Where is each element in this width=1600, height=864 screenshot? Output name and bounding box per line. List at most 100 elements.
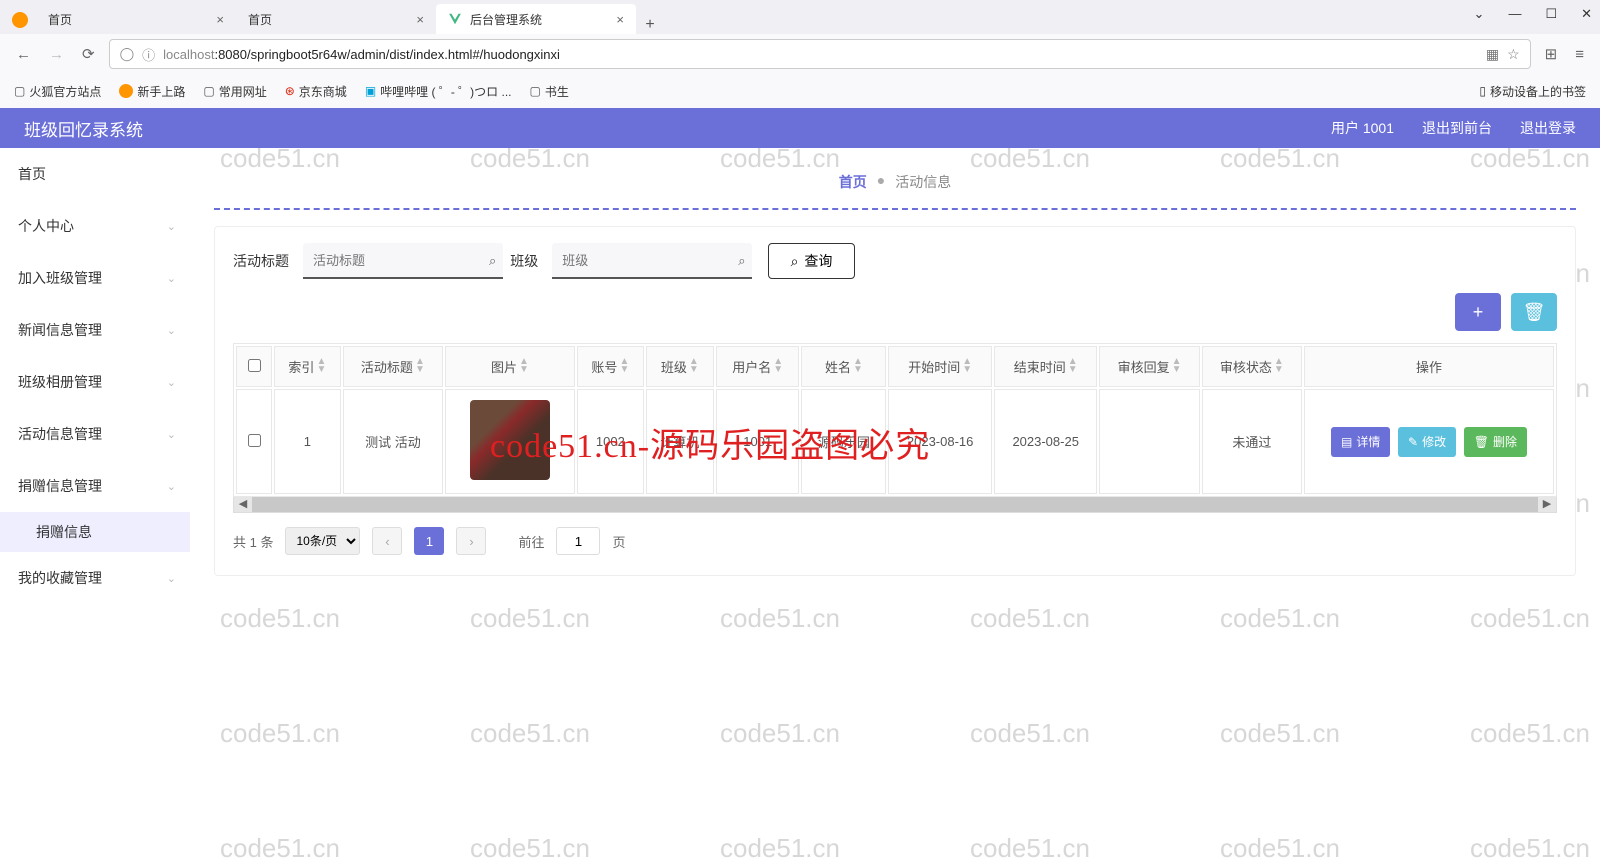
- search-icon[interactable]: ⌕: [489, 253, 496, 269]
- cell-status: 未通过: [1202, 389, 1302, 494]
- bookmark-item[interactable]: ▣哔哩哔哩 ( ゜- ゜)つロ ...: [365, 83, 512, 100]
- sidebar-item-news[interactable]: 新闻信息管理⌄: [0, 304, 190, 356]
- sidebar-item-activity[interactable]: 活动信息管理⌄: [0, 408, 190, 460]
- sort-icon[interactable]: ▲▼: [316, 358, 326, 374]
- extension-icon[interactable]: ⊞: [1541, 41, 1562, 67]
- sort-icon[interactable]: ▲▼: [415, 358, 425, 374]
- trash-icon: 🗑: [1474, 435, 1489, 449]
- view-button[interactable]: ▤详情: [1331, 427, 1390, 457]
- pencil-icon: ✎: [1408, 435, 1418, 449]
- delete-button[interactable]: 🗑删除: [1464, 427, 1527, 457]
- sidebar-item-class[interactable]: 加入班级管理⌄: [0, 252, 190, 304]
- col-class: 班级▲▼: [646, 346, 714, 387]
- row-checkbox[interactable]: [248, 434, 261, 447]
- bookmark-mobile[interactable]: ▯移动设备上的书签: [1479, 83, 1586, 100]
- scroll-left-icon[interactable]: ◀: [234, 497, 252, 512]
- col-user: 用户名▲▼: [716, 346, 800, 387]
- crumb-home[interactable]: 首页: [839, 172, 867, 192]
- query-button[interactable]: ⌕查询: [768, 243, 856, 279]
- close-icon[interactable]: ×: [616, 12, 624, 27]
- thumbnail-image[interactable]: [470, 400, 550, 480]
- cell-end: 2023-08-25: [994, 389, 1098, 494]
- col-start: 开始时间▲▼: [888, 346, 992, 387]
- cell-user: 1001: [716, 389, 800, 494]
- sidebar-item-donation[interactable]: 捐赠信息管理⌄: [0, 460, 190, 512]
- new-tab-button[interactable]: +: [636, 16, 664, 34]
- folder-icon: ▢: [529, 84, 540, 98]
- app-title: 班级回忆录系统: [24, 116, 143, 141]
- col-image: 图片▲▼: [445, 346, 575, 387]
- col-title: 活动标题▲▼: [343, 346, 443, 387]
- sort-icon[interactable]: ▲▼: [689, 358, 699, 374]
- bookmark-item[interactable]: 新手上路: [119, 83, 185, 100]
- sort-icon[interactable]: ▲▼: [773, 358, 783, 374]
- prev-page-button[interactable]: ‹: [372, 527, 402, 555]
- maximize-icon[interactable]: ☐: [1545, 6, 1557, 22]
- chevron-down-icon[interactable]: ⌄: [1474, 6, 1485, 22]
- goto-input[interactable]: [556, 527, 600, 555]
- data-table: 索引▲▼ 活动标题▲▼ 图片▲▼ 账号▲▼ 班级▲▼ 用户名▲▼ 姓名▲▼ 开始…: [233, 343, 1557, 497]
- minimize-icon[interactable]: —: [1508, 6, 1521, 22]
- logout-link[interactable]: 退出登录: [1520, 118, 1576, 138]
- search-input-class[interactable]: [552, 243, 752, 279]
- pager-total: 共 1 条: [233, 532, 273, 551]
- edit-button[interactable]: ✎修改: [1398, 427, 1456, 457]
- sidebar-item-album[interactable]: 班级相册管理⌄: [0, 356, 190, 408]
- sidebar-item-collection[interactable]: 我的收藏管理⌄: [0, 552, 190, 604]
- forward-icon[interactable]: →: [45, 42, 68, 67]
- lock-icon: ⓘ: [142, 45, 155, 64]
- sidebar-item-home[interactable]: 首页: [0, 148, 190, 200]
- sort-icon[interactable]: ▲▼: [519, 358, 529, 374]
- browser-tab[interactable]: 首页 ×: [236, 4, 436, 34]
- cell-class: 计算机: [646, 389, 714, 494]
- star-icon[interactable]: ☆: [1507, 46, 1520, 63]
- sidebar-item-profile[interactable]: 个人中心⌄: [0, 200, 190, 252]
- page-number[interactable]: 1: [414, 527, 444, 555]
- user-label[interactable]: 用户 1001: [1331, 118, 1394, 138]
- cell-index: 1: [274, 389, 341, 494]
- search-icon[interactable]: ⌕: [738, 253, 745, 269]
- qr-icon[interactable]: ▦: [1486, 46, 1499, 63]
- sidebar-subitem-donation[interactable]: 捐赠信息: [0, 512, 190, 552]
- cell-reply: [1099, 389, 1199, 494]
- chevron-down-icon: ⌄: [167, 480, 176, 493]
- table-row: 1 测试 活动 1002 计算机 1001 源码乐园 2023-08-16 20…: [236, 389, 1554, 494]
- close-icon[interactable]: ×: [416, 12, 424, 27]
- bilibili-icon: ▣: [365, 84, 376, 98]
- bookmark-item[interactable]: ⊛京东商城: [285, 83, 347, 100]
- reload-icon[interactable]: ⟳: [78, 41, 99, 67]
- chevron-down-icon: ⌄: [167, 376, 176, 389]
- close-icon[interactable]: ×: [216, 12, 224, 27]
- bookmark-item[interactable]: ▢常用网址: [203, 83, 266, 100]
- horizontal-scrollbar[interactable]: ◀▶: [233, 497, 1557, 513]
- browser-tab-active[interactable]: 后台管理系统×: [436, 4, 636, 34]
- tab-title: 首页: [248, 11, 272, 28]
- sort-icon[interactable]: ▲▼: [619, 358, 629, 374]
- page-size-select[interactable]: 10条/页: [285, 527, 360, 555]
- add-button[interactable]: +: [1455, 293, 1501, 331]
- sort-icon[interactable]: ▲▼: [853, 358, 863, 374]
- jd-icon: ⊛: [285, 84, 295, 98]
- sort-icon[interactable]: ▲▼: [1172, 358, 1182, 374]
- cell-account: 1002: [577, 389, 644, 494]
- back-icon[interactable]: ←: [12, 42, 35, 67]
- select-all-checkbox[interactable]: [248, 359, 261, 372]
- bookmark-item[interactable]: ▢书生: [529, 83, 568, 100]
- menu-icon[interactable]: ≡: [1571, 42, 1588, 67]
- search-input-title[interactable]: [303, 243, 503, 279]
- sort-icon[interactable]: ▲▼: [962, 358, 972, 374]
- exit-front-link[interactable]: 退出到前台: [1422, 118, 1492, 138]
- batch-delete-button[interactable]: 🗑: [1511, 293, 1557, 331]
- url-bar[interactable]: ◯ ⓘ localhost:8080/springboot5r64w/admin…: [109, 39, 1531, 69]
- sort-icon[interactable]: ▲▼: [1274, 358, 1284, 374]
- url-host: localhost: [163, 47, 214, 62]
- next-page-button[interactable]: ›: [456, 527, 486, 555]
- bookmark-item[interactable]: ▢火狐官方站点: [14, 83, 101, 100]
- browser-tab[interactable]: 首页×: [36, 4, 236, 34]
- close-window-icon[interactable]: ✕: [1581, 6, 1592, 22]
- scroll-right-icon[interactable]: ▶: [1538, 497, 1556, 512]
- sort-icon[interactable]: ▲▼: [1068, 358, 1078, 374]
- crumb-current: 活动信息: [895, 172, 951, 192]
- goto-label: 前往: [518, 532, 544, 551]
- chevron-down-icon: ⌄: [167, 220, 176, 233]
